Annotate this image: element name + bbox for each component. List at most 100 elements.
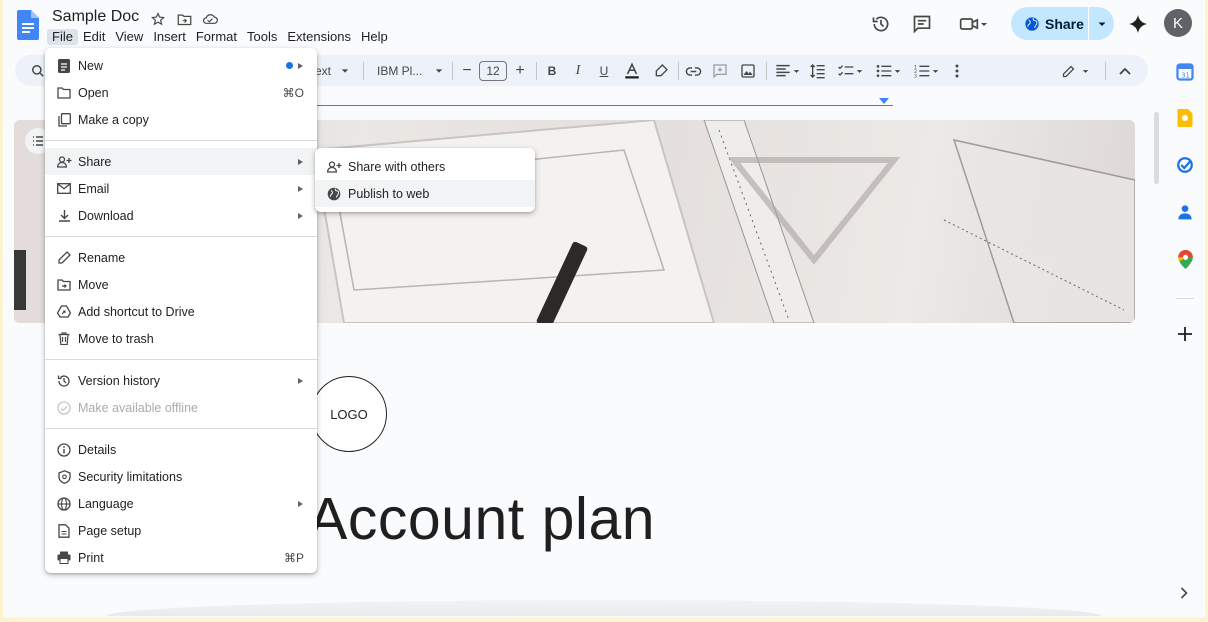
avatar[interactable]: K [1164,9,1192,37]
menu-item-language[interactable]: Language [45,490,317,517]
menu-edit[interactable]: Edit [78,29,110,45]
hide-menus-icon[interactable] [1116,61,1134,81]
numbered-list-select[interactable]: 123 [911,61,941,81]
add-comment-icon[interactable] [710,61,730,81]
menu-item-page-setup[interactable]: Page setup [45,517,317,544]
open-shortcut: ⌘O [282,85,304,100]
menu-item-share[interactable]: Share [45,148,317,175]
version-history-icon[interactable] [868,8,894,40]
vertical-scrollbar[interactable] [1154,112,1159,184]
globe-icon [1025,16,1039,31]
file-menu: New Open ⌘O Make a copy Share Email Down… [45,48,317,573]
tasks-icon[interactable] [1175,155,1195,175]
svg-text:31: 31 [1181,71,1190,79]
italic-icon[interactable]: I [569,61,587,81]
ruler-indent-marker[interactable] [879,98,889,104]
menu-item-details[interactable]: Details [45,436,317,463]
download-icon [56,208,72,224]
chevron-down-icon [932,69,938,73]
contacts-icon[interactable] [1175,202,1195,222]
editing-mode-select[interactable] [1059,61,1091,81]
line-spacing-icon[interactable] [808,61,828,81]
submenu-arrow-icon [298,62,303,69]
copy-icon [56,112,72,128]
menu-item-open[interactable]: Open ⌘O [45,79,317,106]
person-add-icon [326,159,342,175]
globe-icon [56,496,72,512]
menu-help[interactable]: Help [356,29,393,45]
page-icon [56,523,72,539]
menu-item-share-with-others[interactable]: Share with others [315,153,535,180]
share-dropdown[interactable] [1089,7,1114,40]
menu-extensions[interactable]: Extensions [282,29,356,45]
align-select[interactable] [772,61,802,81]
menu-item-move[interactable]: Move [45,271,317,298]
menu-item-publish-to-web[interactable]: Publish to web [315,180,535,207]
menu-item-move-to-trash[interactable]: Move to trash [45,325,317,352]
keep-icon[interactable] [1175,108,1195,128]
menu-bar: File Edit View Insert Format Tools Exten… [47,29,393,45]
pencil-icon [56,250,72,266]
paragraph-style-select[interactable]: ext [315,61,355,81]
decrease-font-size-button[interactable]: − [459,61,475,81]
paragraph-style-label: ext [315,64,332,78]
checklist-select[interactable] [835,61,865,81]
menu-item-email[interactable]: Email [45,175,317,202]
gemini-icon[interactable] [1126,8,1150,40]
trash-icon [56,331,72,347]
font-size-input[interactable]: 12 [479,61,507,81]
bold-icon[interactable]: B [543,61,561,81]
new-indicator-dot [286,62,293,69]
more-options-icon[interactable] [950,61,964,81]
expand-side-panel-icon[interactable] [1177,584,1191,602]
menu-item-download[interactable]: Download [45,202,317,229]
menu-divider [45,140,317,141]
ruler[interactable] [313,105,893,106]
underline-icon[interactable]: U [595,61,613,81]
increase-font-size-button[interactable]: + [512,61,528,81]
share-button[interactable]: Share [1011,7,1114,40]
insert-image-icon[interactable] [738,61,758,81]
document-title[interactable]: Sample Doc [52,8,139,26]
chevron-down-icon [1082,69,1089,73]
insert-link-icon[interactable] [683,61,703,81]
person-add-icon [56,154,72,170]
document-heading[interactable]: Account plan [308,484,655,554]
docs-logo-icon[interactable] [17,10,39,40]
menu-item-make-a-copy[interactable]: Make a copy [45,106,317,133]
menu-format[interactable]: Format [191,29,242,45]
menu-insert[interactable]: Insert [148,29,191,45]
menu-item-add-shortcut[interactable]: Add shortcut to Drive [45,298,317,325]
comments-icon[interactable] [909,8,935,40]
title-actions [148,10,220,28]
menu-item-rename[interactable]: Rename [45,244,317,271]
menu-file[interactable]: File [47,29,78,45]
cloud-status-icon[interactable] [200,10,220,28]
print-shortcut: ⌘P [283,550,304,565]
menu-item-make-available-offline[interactable]: Make available offline [45,394,317,421]
move-folder-icon [56,277,72,293]
text-color-icon[interactable] [622,61,642,81]
bulleted-list-select[interactable] [873,61,903,81]
meet-button[interactable] [953,8,995,40]
highlight-color-icon[interactable] [651,61,671,81]
star-icon[interactable] [148,10,168,28]
menu-view[interactable]: View [110,29,148,45]
menu-item-new[interactable]: New [45,52,317,79]
font-select[interactable]: IBM Pl... [377,61,443,81]
calendar-icon[interactable]: 31 [1175,62,1195,82]
docs-window: Sample Doc File Edit View Insert Format … [3,0,1205,617]
menu-item-print[interactable]: Print ⌘P [45,544,317,571]
menu-item-security-limitations[interactable]: Security limitations [45,463,317,490]
maps-icon[interactable] [1175,249,1195,269]
chevron-down-icon [981,23,987,26]
move-folder-icon[interactable] [174,10,194,28]
get-addons-icon[interactable] [1175,324,1195,344]
shield-icon [56,469,72,485]
share-button-main[interactable]: Share [1011,7,1089,40]
menu-item-version-history[interactable]: Version history [45,367,317,394]
menu-tools[interactable]: Tools [242,29,282,45]
info-icon [56,442,72,458]
chevron-down-icon [1098,22,1105,26]
chevron-down-icon [793,69,799,73]
